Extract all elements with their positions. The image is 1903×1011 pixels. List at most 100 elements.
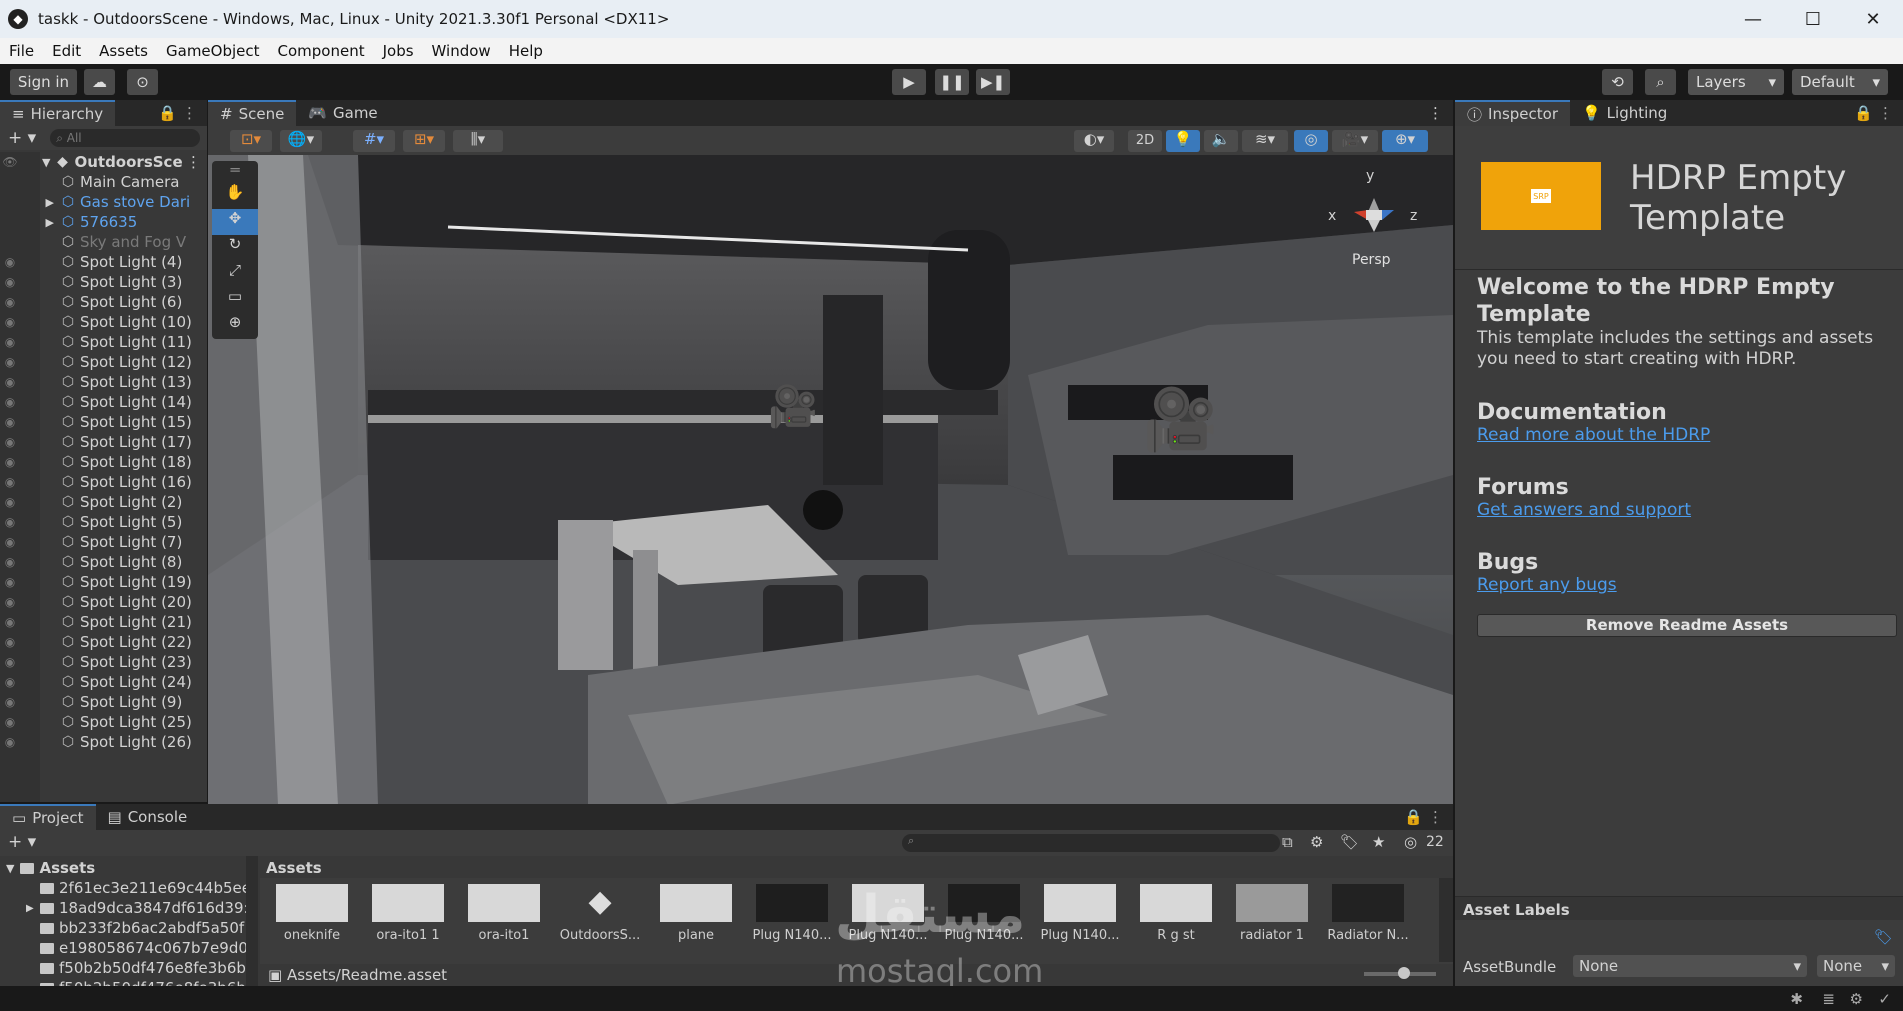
hierarchy-item[interactable]: ◉ ⬡ Spot Light (7) bbox=[0, 532, 207, 552]
hidden-objects-icon[interactable]: ◎ bbox=[1294, 130, 1328, 152]
scale-tool-icon[interactable]: ⤢ bbox=[212, 261, 258, 287]
draw-mode-icon[interactable]: ⊡▾ bbox=[230, 130, 272, 152]
snap-increment-icon[interactable]: ⊞▾ bbox=[403, 130, 445, 152]
eye-icon[interactable]: ◉ bbox=[0, 715, 20, 729]
menu-help[interactable]: Help bbox=[500, 42, 552, 60]
lighting-toggle-icon[interactable]: 💡 bbox=[1166, 130, 1200, 152]
tree-folder-item[interactable]: e198058674c067b7e9d0 bbox=[26, 938, 248, 958]
rect-tool-icon[interactable]: ▭ bbox=[212, 287, 258, 313]
bugs-link[interactable]: Report any bugs bbox=[1477, 575, 1897, 595]
tab-project[interactable]: ▭ Project bbox=[0, 804, 96, 830]
move-tool-icon[interactable]: ✥ bbox=[212, 209, 258, 235]
tree-folder-item[interactable]: f50b2b50df476e8fe3b6b bbox=[26, 978, 246, 986]
hierarchy-item[interactable]: ◉ ⬡ Spot Light (5) bbox=[0, 512, 207, 532]
eye-icon[interactable]: ◉ bbox=[0, 275, 20, 289]
maximize-icon[interactable]: ☐ bbox=[1783, 0, 1843, 38]
project-search-input[interactable]: ⌕ bbox=[902, 834, 1280, 852]
tab-lighting[interactable]: 💡 Lighting bbox=[1570, 100, 1679, 126]
effects-icon[interactable]: ≋▾ bbox=[1242, 130, 1288, 152]
asset-item[interactable]: Plug N140... bbox=[1036, 884, 1124, 943]
tree-folder-item[interactable]: ▶ 18ad9dca3847df616d39: bbox=[26, 898, 249, 918]
pause-button[interactable]: ❚❚ bbox=[935, 69, 969, 95]
eye-icon[interactable]: ◉ bbox=[0, 395, 20, 409]
hierarchy-item[interactable]: ⬡ Main Camera bbox=[0, 172, 207, 192]
tab-scene[interactable]: # Scene bbox=[208, 100, 297, 126]
hierarchy-item[interactable]: ◉ ⬡ Spot Light (4) bbox=[0, 252, 207, 272]
rotate-tool-icon[interactable]: ↻ bbox=[212, 235, 258, 261]
toggle-2d-button[interactable]: 2D bbox=[1128, 130, 1162, 152]
filter-type-icon[interactable]: ⧉ bbox=[1282, 833, 1293, 851]
variant-dropdown[interactable]: None ▾ bbox=[1817, 955, 1895, 977]
layout-dropdown[interactable]: Default ▾ bbox=[1792, 69, 1888, 95]
tab-hierarchy[interactable]: ≡ Hierarchy bbox=[0, 100, 116, 126]
hierarchy-item[interactable]: ◉ ⬡ Spot Light (12) bbox=[0, 352, 207, 372]
menu-gameobject[interactable]: GameObject bbox=[157, 42, 269, 60]
asset-item[interactable]: Radiator N... bbox=[1324, 884, 1412, 943]
eye-icon[interactable]: ◉ bbox=[0, 655, 20, 669]
layers-dropdown[interactable]: Layers ▾ bbox=[1688, 69, 1784, 95]
transform-tool-icon[interactable]: ⊕ bbox=[212, 313, 258, 339]
tree-root-assets[interactable]: ▼ Assets bbox=[6, 858, 95, 878]
globe-icon[interactable]: 🌐▾ bbox=[280, 130, 322, 152]
hierarchy-item[interactable]: ◉ ⬡ Spot Light (6) bbox=[0, 292, 207, 312]
kebab-menu-icon[interactable]: ⋮ bbox=[1428, 808, 1443, 826]
eye-icon[interactable]: ◉ bbox=[0, 495, 20, 509]
favorite-icon[interactable]: ★ bbox=[1372, 833, 1385, 851]
eye-icon[interactable]: ◉ bbox=[0, 315, 20, 329]
asset-item[interactable]: oneknife bbox=[268, 884, 356, 943]
eye-icon[interactable]: ◉ bbox=[0, 415, 20, 429]
expand-arrow-icon[interactable]: ▼ bbox=[42, 156, 50, 169]
eye-icon[interactable]: ◉ bbox=[0, 595, 20, 609]
collab-icon[interactable]: ⊙ bbox=[127, 69, 158, 95]
eye-icon[interactable]: ◉ bbox=[0, 375, 20, 389]
hand-tool-icon[interactable]: ✋ bbox=[212, 183, 258, 209]
bug-icon[interactable]: ✱ bbox=[1790, 990, 1803, 1008]
tab-inspector[interactable]: ⓘ Inspector bbox=[1455, 100, 1570, 126]
eye-icon[interactable]: ◉ bbox=[0, 575, 20, 589]
hierarchy-item[interactable]: ◉ ⬡ Spot Light (14) bbox=[0, 392, 207, 412]
play-button[interactable]: ▶ bbox=[892, 69, 926, 95]
scene-viewport[interactable]: 🎥 🎥 ═ ✋ ✥ ↻ ⤢ ▭ ⊕ y x z Persp bbox=[208, 155, 1453, 805]
hierarchy-item[interactable]: ◉ ⬡ Spot Light (3) bbox=[0, 272, 207, 292]
eye-icon[interactable]: ◉ bbox=[0, 515, 20, 529]
eye-icon[interactable]: ◉ bbox=[0, 355, 20, 369]
hierarchy-item[interactable]: ▶ ⬡ 576635 bbox=[0, 212, 207, 232]
eye-icon[interactable]: ◉ bbox=[0, 675, 20, 689]
add-icon[interactable]: + ▾ bbox=[8, 832, 36, 852]
history-icon[interactable]: ⟲ bbox=[1602, 69, 1633, 95]
cache-icon[interactable]: ≣ bbox=[1822, 990, 1835, 1008]
expand-arrow-icon[interactable]: ▶ bbox=[20, 196, 60, 209]
tree-folder-item[interactable]: 2f61ec3e211e69c44b5ee bbox=[26, 878, 251, 898]
filter-scene-icon[interactable]: ⚙ bbox=[1310, 833, 1323, 851]
hierarchy-item[interactable]: ◉ ⬡ Spot Light (11) bbox=[0, 332, 207, 352]
eye-icon[interactable]: ◉ bbox=[0, 455, 20, 469]
asset-item[interactable]: plane bbox=[652, 884, 740, 943]
hierarchy-item[interactable]: ◉ ⬡ Spot Light (26) bbox=[0, 732, 207, 752]
ruler-icon[interactable]: ⫼▾ bbox=[453, 130, 503, 152]
eye-icon[interactable]: ◉ bbox=[0, 555, 20, 569]
tree-scrollbar[interactable] bbox=[246, 856, 258, 986]
eye-icon[interactable]: ◉ bbox=[0, 615, 20, 629]
hierarchy-item[interactable]: ◉ ⬡ Spot Light (25) bbox=[0, 712, 207, 732]
persp-label[interactable]: Persp bbox=[1352, 252, 1391, 268]
eye-icon[interactable]: ◉ bbox=[0, 295, 20, 309]
zoom-slider-thumb[interactable] bbox=[1398, 967, 1410, 979]
asset-item[interactable]: ora-ito1 1 bbox=[364, 884, 452, 943]
forums-link[interactable]: Get answers and support bbox=[1477, 500, 1897, 520]
hierarchy-item[interactable]: ◉ ⬡ Spot Light (8) bbox=[0, 552, 207, 572]
documentation-link[interactable]: Read more about the HDRP bbox=[1477, 425, 1897, 445]
shading-mode-icon[interactable]: ◐▾ bbox=[1074, 130, 1114, 152]
tree-folder-item[interactable]: bb233f2b6ac2abdf5a50f bbox=[26, 918, 244, 938]
asset-scrollbar[interactable] bbox=[1439, 878, 1453, 962]
axis-cube-icon[interactable] bbox=[1354, 198, 1394, 232]
hierarchy-item[interactable]: ◉ ⬡ Spot Light (10) bbox=[0, 312, 207, 332]
search-icon[interactable]: ⌕ bbox=[1645, 69, 1676, 95]
hidden-packages-icon[interactable]: ◎ bbox=[1404, 833, 1417, 851]
hierarchy-item[interactable]: ◉ ⬡ Spot Light (23) bbox=[0, 652, 207, 672]
minimize-icon[interactable]: — bbox=[1723, 0, 1783, 38]
eye-icon[interactable]: ◉ bbox=[0, 735, 20, 749]
eye-icon[interactable]: ◉ bbox=[0, 475, 20, 489]
scene-menu-icon[interactable]: ⋮ bbox=[186, 153, 201, 171]
hierarchy-item[interactable]: ◉ ⬡ Spot Light (19) bbox=[0, 572, 207, 592]
menu-edit[interactable]: Edit bbox=[43, 42, 90, 60]
